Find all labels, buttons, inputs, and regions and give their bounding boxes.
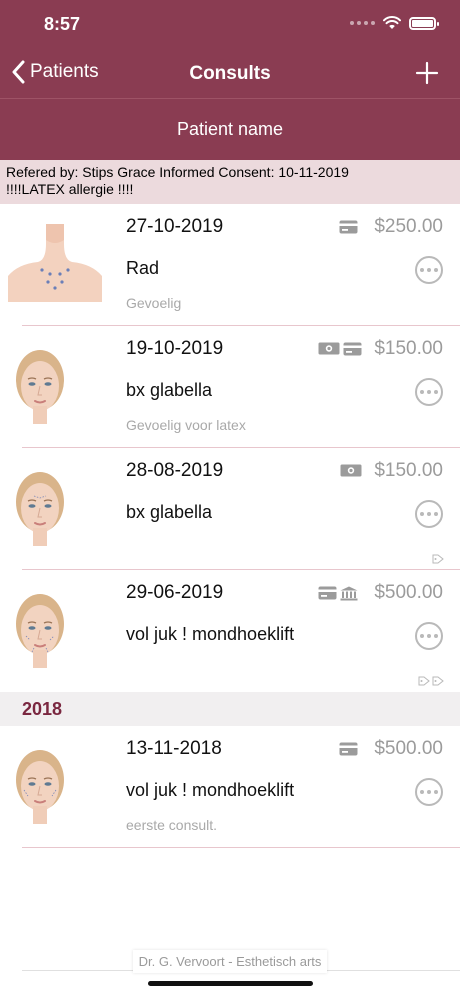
consult-date: 27-10-2019: [126, 216, 224, 237]
consult-row[interactable]: 29-06-2019 $500.00 vol juk ! mondhoeklif…: [0, 570, 460, 692]
tag-icon: [432, 676, 444, 686]
consult-title: bx glabella: [126, 380, 213, 400]
consult-date: 29-06-2019: [126, 582, 224, 603]
consult-note: Gevoelig voor latex: [126, 417, 246, 433]
bank-icon: [340, 586, 358, 601]
consult-title: Rad: [126, 258, 160, 278]
status-bar: 8:57: [0, 0, 460, 50]
footer-text: Dr. G. Vervoort - Esthetisch arts: [132, 950, 328, 973]
cash-icon: [318, 342, 340, 355]
footer: Dr. G. Vervoort - Esthetisch arts: [0, 950, 460, 973]
face-thumbnail: [14, 746, 66, 824]
patient-info-bar: Refered by: Stips Grace Informed Consent…: [0, 160, 460, 204]
year-section-header: 2018: [0, 692, 460, 726]
tag-icons: [418, 676, 444, 686]
home-indicator: [148, 981, 313, 986]
referral-consent-text: Refered by: Stips Grace Informed Consent…: [6, 164, 349, 180]
consult-date: 13-11-2018: [126, 738, 222, 759]
consult-note: Gevoelig: [126, 295, 182, 311]
more-options-button[interactable]: [415, 778, 443, 806]
more-options-button[interactable]: [415, 378, 443, 406]
consult-row[interactable]: 28-08-2019 $150.00 bx glabella: [0, 448, 460, 570]
payment-icons: [339, 220, 358, 234]
consult-row[interactable]: 27-10-2019 $250.00 Rad Gevoelig: [0, 204, 460, 326]
consult-price: $150.00: [374, 338, 443, 359]
payment-icons: [318, 586, 358, 601]
navigation-bar: Patients Consults: [0, 50, 460, 98]
cash-icon: [340, 464, 362, 477]
row-divider: [22, 847, 460, 848]
tag-icon: [432, 554, 444, 564]
add-icon[interactable]: [414, 60, 440, 86]
consult-date: 28-08-2019: [126, 460, 224, 481]
consult-row[interactable]: 19-10-2019 $150.00 bx glabella Gevoelig …: [0, 326, 460, 448]
consult-price: $250.00: [374, 216, 443, 237]
consult-date: 19-10-2019: [126, 338, 224, 359]
face-thumbnail: [14, 468, 66, 546]
treatment-thumbnail: [8, 224, 102, 302]
status-icons: [350, 16, 439, 30]
consult-title: vol juk ! mondhoeklift: [126, 624, 295, 644]
payment-icons: [318, 342, 362, 356]
wifi-icon: [383, 16, 401, 29]
consult-note: eerste consult.: [126, 817, 218, 833]
status-time: 8:57: [44, 14, 81, 34]
tag-icons: [432, 554, 444, 564]
allergy-warning: !!!!LATEX allergie !!!!: [6, 181, 134, 197]
signal-icon: [350, 21, 375, 25]
more-options-button[interactable]: [415, 256, 443, 284]
battery-icon: [409, 16, 439, 30]
consult-price: $150.00: [374, 460, 443, 481]
tag-icon: [418, 676, 430, 686]
year-label: 2018: [22, 699, 63, 719]
consult-list: 27-10-2019 $250.00 Rad Gevoelig 19-10-20…: [0, 204, 460, 848]
patient-name: Patient name: [176, 119, 284, 139]
card-icon: [339, 220, 358, 234]
face-thumbnail: [14, 590, 66, 668]
consult-price: $500.00: [374, 582, 443, 603]
payment-icons: [340, 464, 362, 477]
patient-name-header[interactable]: Patient name: [0, 98, 460, 160]
consult-title: bx glabella: [126, 502, 213, 522]
card-icon: [318, 586, 337, 600]
consult-row[interactable]: 13-11-2018 $500.00 vol juk ! mondhoeklif…: [0, 726, 460, 848]
consult-price: $500.00: [374, 738, 443, 759]
more-options-button[interactable]: [415, 500, 443, 528]
payment-icons: [339, 742, 358, 756]
face-thumbnail: [14, 346, 66, 424]
card-icon: [339, 742, 358, 756]
consult-title: vol juk ! mondhoeklift: [126, 780, 295, 800]
card-icon: [343, 342, 362, 356]
more-options-button[interactable]: [415, 622, 443, 650]
page-title: Consults: [189, 63, 271, 84]
